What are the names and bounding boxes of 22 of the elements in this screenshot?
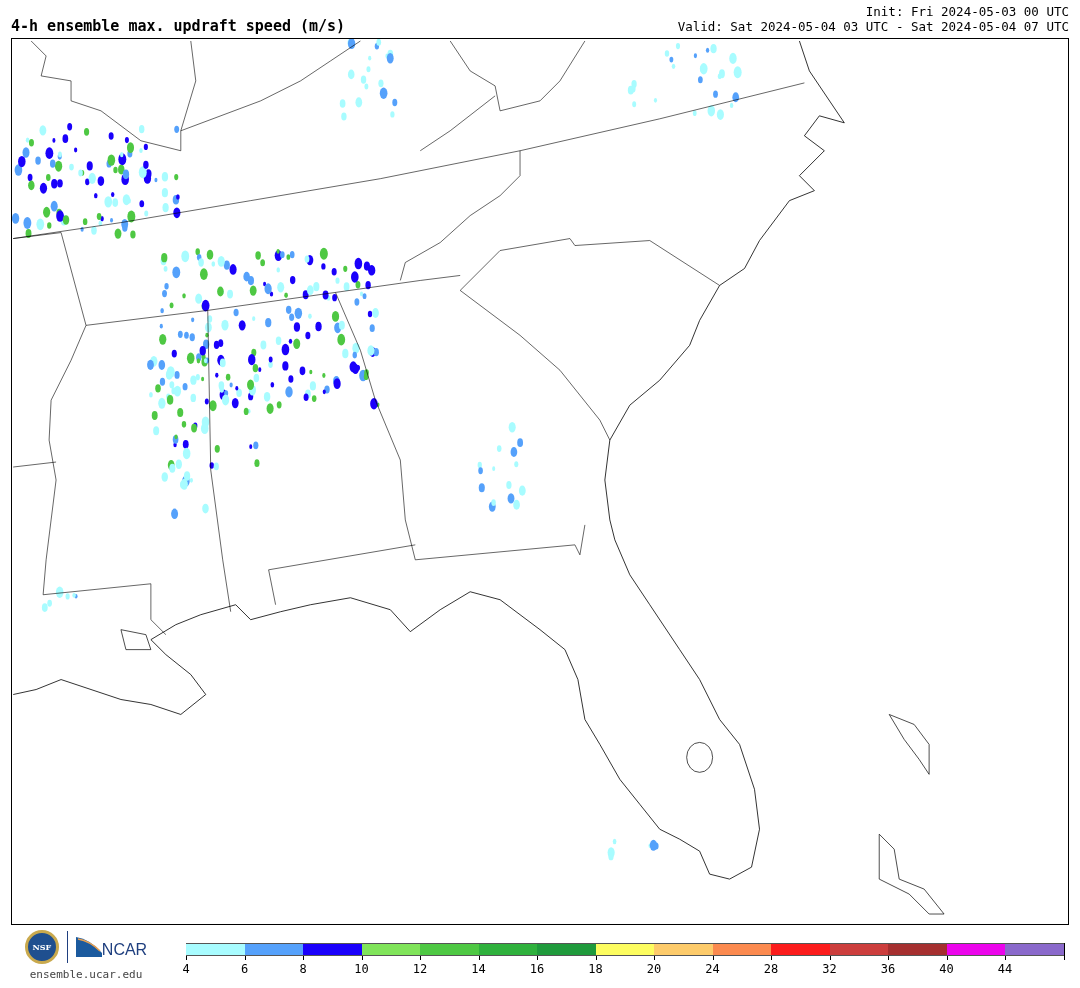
colorbar-label: 18 — [587, 962, 604, 976]
website-url: ensemble.ucar.edu — [29, 967, 143, 983]
colorbar-label: 24 — [704, 962, 721, 976]
init-time: Init: Fri 2024-05-03 00 UTC — [865, 4, 1069, 19]
colorbar-label: 4 — [181, 962, 191, 976]
valid-time: Valid: Sat 2024-05-04 03 UTC - Sat 2024-05-04 07 UTC — [677, 19, 1069, 34]
colorbar-label: 14 — [470, 962, 487, 976]
colorbar-label: 10 — [353, 962, 370, 976]
colorbar-label: 16 — [528, 962, 546, 976]
colorbar-label: 8 — [298, 962, 308, 976]
colorbar-label: 6 — [239, 962, 250, 976]
colorbar-label: 32 — [821, 962, 838, 976]
nsf-logo: NSF — [24, 930, 59, 964]
ncar-logo-text: NCAR — [101, 940, 148, 960]
chart-title: 4-h ensemble max. updraft speed (m/s) — [11, 19, 346, 34]
colorbar-label: 28 — [762, 962, 780, 976]
colorbar-label: 12 — [411, 962, 429, 976]
swoosh-icon — [75, 937, 102, 957]
colorbar-label: 36 — [879, 962, 897, 976]
colorbar-label: 40 — [938, 962, 955, 976]
colorbar-label: 44 — [996, 962, 1014, 976]
colorbar-label: 20 — [645, 962, 663, 976]
